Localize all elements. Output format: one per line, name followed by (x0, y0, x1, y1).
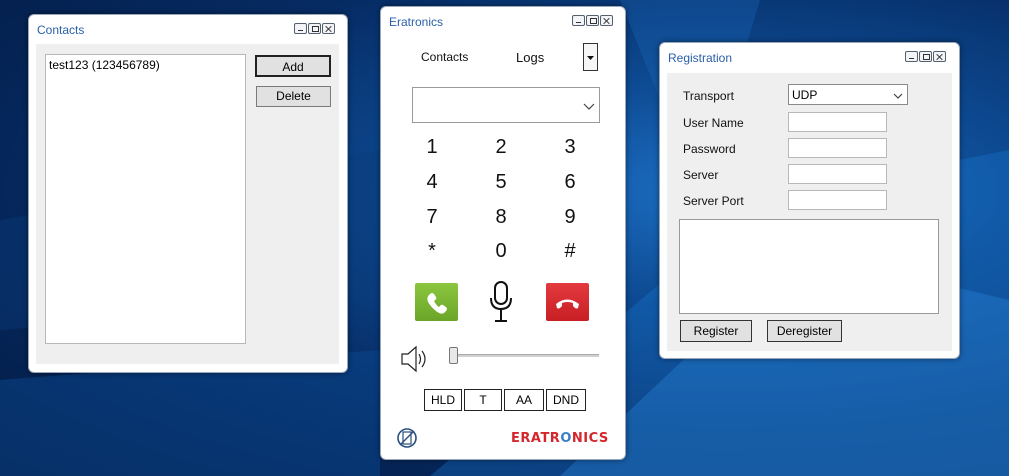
password-label: Password (683, 142, 736, 156)
key-9[interactable]: 9 (550, 206, 590, 229)
phone-hangup-icon (556, 299, 579, 309)
username-field[interactable] (788, 112, 887, 132)
maximize-icon[interactable] (919, 51, 932, 62)
key-2[interactable]: 2 (481, 136, 521, 159)
contacts-panel: test123 (123456789) Add Delete (36, 44, 339, 364)
chevron-down-icon (583, 103, 595, 110)
contacts-window-title: Contacts (37, 23, 85, 37)
phone-call-icon (427, 293, 447, 314)
slider-track (449, 354, 599, 357)
number-input[interactable] (412, 87, 600, 123)
key-8[interactable]: 8 (481, 206, 521, 229)
register-button[interactable]: Register (680, 320, 752, 342)
contacts-window: Contacts test123 (123456789) Add Delete (28, 14, 348, 373)
volume-slider[interactable] (449, 347, 599, 365)
transfer-button[interactable]: T (464, 389, 502, 411)
window-controls (572, 15, 613, 26)
tabs-menu-button[interactable] (583, 43, 598, 71)
delete-button[interactable]: Delete (256, 86, 331, 107)
chevron-down-icon (587, 56, 594, 60)
contacts-list[interactable]: test123 (123456789) (45, 54, 246, 344)
key-star[interactable]: * (412, 240, 452, 263)
key-6[interactable]: 6 (550, 171, 590, 194)
server-field[interactable] (788, 164, 887, 184)
hangup-button[interactable] (546, 283, 589, 321)
registration-panel: Transport UDP User Name Password Server … (667, 73, 952, 351)
transport-select[interactable]: UDP (788, 84, 908, 105)
speaker-icon[interactable] (399, 345, 431, 373)
server-port-field[interactable] (788, 190, 887, 210)
maximize-icon[interactable] (308, 23, 321, 34)
key-3[interactable]: 3 (550, 136, 590, 159)
password-field[interactable] (788, 138, 887, 158)
key-0[interactable]: 0 (481, 240, 521, 263)
logo-text: ERATRONICS (511, 431, 609, 446)
registration-window: Registration Transport UDP User Name Pas… (659, 42, 960, 359)
minimize-icon[interactable] (572, 15, 585, 26)
key-5[interactable]: 5 (481, 171, 521, 194)
username-label: User Name (683, 116, 744, 130)
minimize-icon[interactable] (294, 23, 307, 34)
registration-window-title: Registration (668, 51, 733, 65)
server-label: Server (683, 168, 719, 182)
key-1[interactable]: 1 (412, 136, 452, 159)
tab-logs[interactable]: Logs (516, 50, 544, 65)
hold-button[interactable]: HLD (424, 389, 462, 411)
server-port-label: Server Port (683, 194, 744, 208)
deregister-button[interactable]: Deregister (767, 320, 842, 342)
log-textarea[interactable] (679, 219, 939, 314)
close-icon[interactable] (322, 23, 335, 34)
eratronics-logo: ERATRONICS (511, 431, 609, 446)
dnd-button[interactable]: DND (546, 389, 586, 411)
list-item[interactable]: test123 (123456789) (49, 58, 160, 72)
minimize-icon[interactable] (905, 51, 918, 62)
microphone-icon[interactable] (486, 280, 516, 324)
auto-answer-button[interactable]: AA (504, 389, 544, 411)
slider-thumb[interactable] (449, 347, 458, 364)
maximize-icon[interactable] (586, 15, 599, 26)
window-controls (294, 23, 335, 34)
close-icon[interactable] (933, 51, 946, 62)
key-7[interactable]: 7 (412, 206, 452, 229)
phone-window: Eratronics Contacts Logs 1 2 3 4 5 6 7 8… (380, 6, 626, 460)
chevron-down-icon (893, 93, 903, 99)
key-hash[interactable]: # (550, 240, 590, 263)
tab-contacts[interactable]: Contacts (421, 50, 468, 64)
phone-window-title: Eratronics (389, 15, 444, 29)
transport-select-value: UDP (792, 88, 818, 102)
status-icon (397, 428, 417, 448)
window-controls (905, 51, 946, 62)
call-button[interactable] (415, 283, 458, 321)
transport-label: Transport (683, 89, 734, 103)
add-button[interactable]: Add (255, 55, 331, 77)
close-icon[interactable] (600, 15, 613, 26)
key-4[interactable]: 4 (412, 171, 452, 194)
